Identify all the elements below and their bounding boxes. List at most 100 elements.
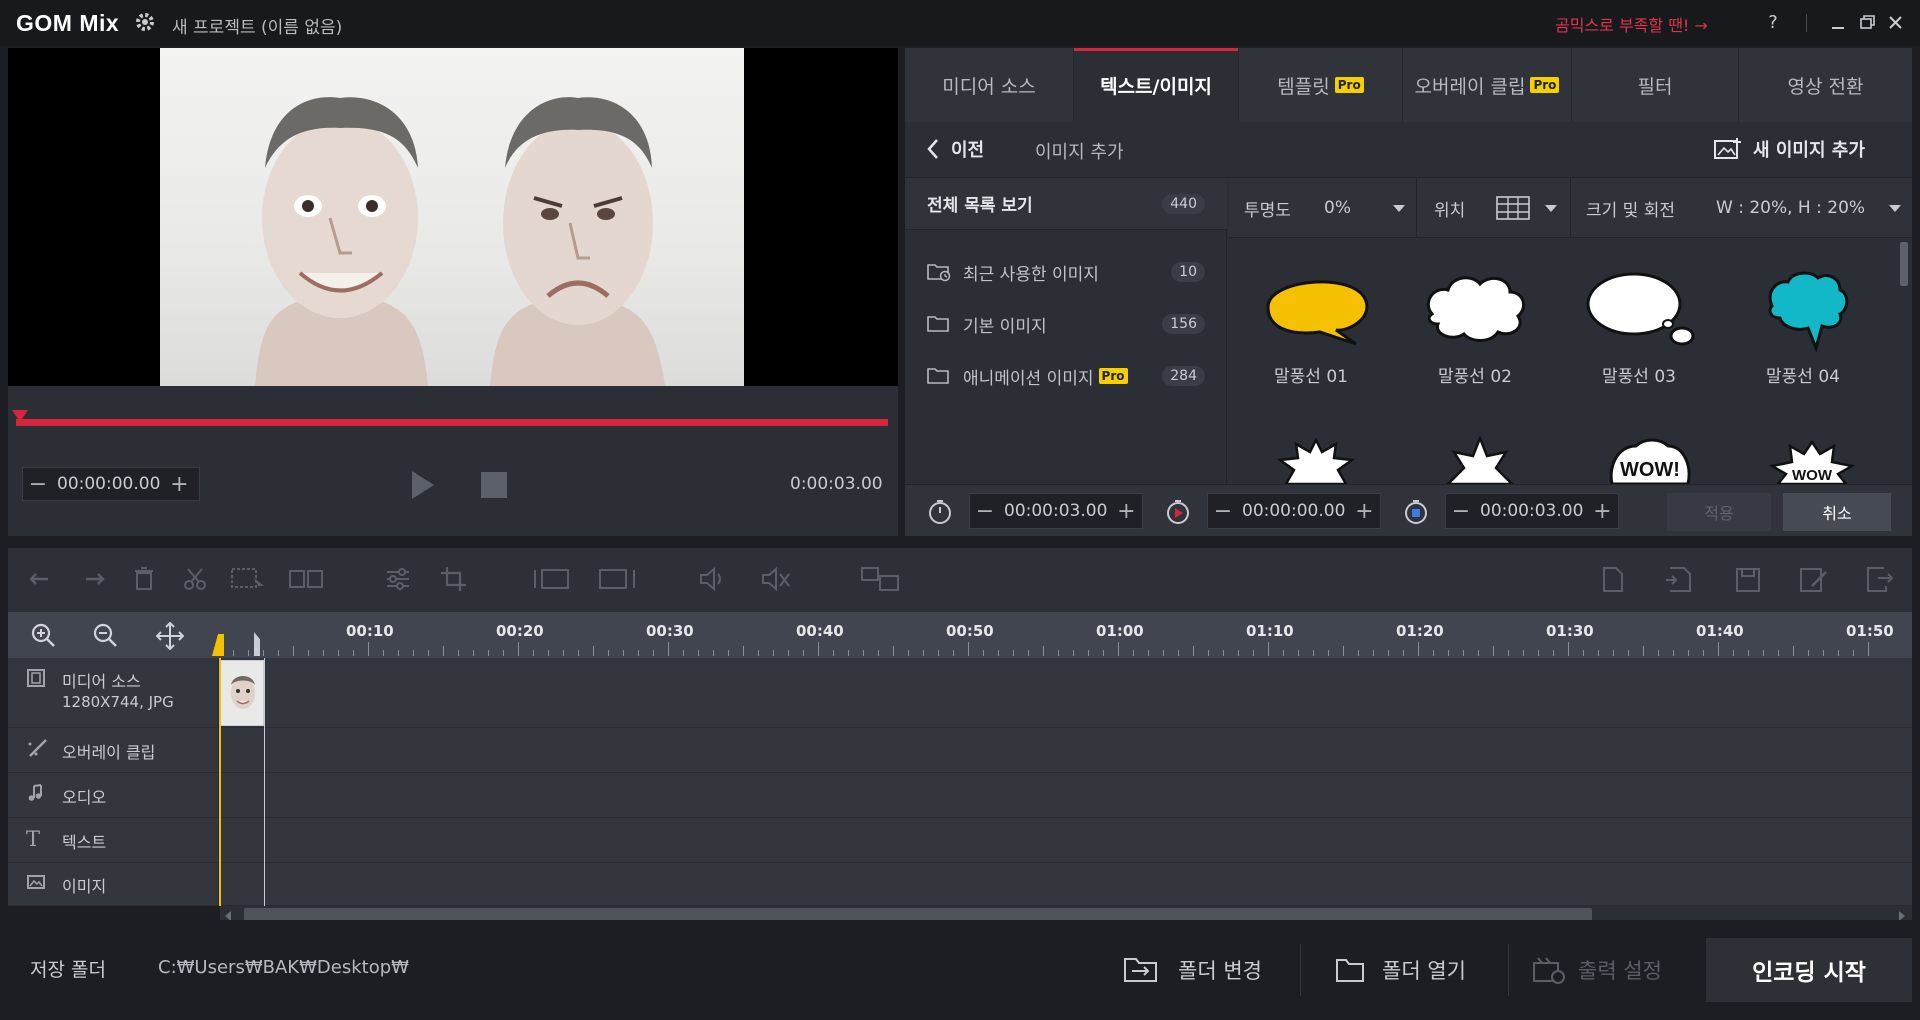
apply-button[interactable]: 적용 [1667, 493, 1771, 531]
image-item-01[interactable]: 말풍선 01 [1228, 262, 1394, 402]
category-animation[interactable]: 애니메이션 이미지 Pro 284 [905, 350, 1227, 402]
start-encoding-button[interactable]: 인코딩 시작 [1706, 938, 1912, 1002]
crop-icon[interactable] [440, 566, 468, 592]
image-item-05[interactable] [1276, 436, 1356, 484]
close-button[interactable] [1882, 8, 1910, 38]
export-project-icon[interactable] [1864, 566, 1894, 594]
preview-time-stepper[interactable]: − 00:00:00.00 + [22, 467, 200, 501]
tab-label: 오버레이 클립 [1414, 75, 1526, 98]
new-project-icon[interactable] [1600, 566, 1628, 594]
position-dropdown[interactable] [1496, 192, 1558, 224]
playhead-marker[interactable] [212, 634, 224, 656]
track-audio[interactable]: 오디오 [8, 773, 1912, 818]
mute-icon[interactable] [760, 566, 792, 592]
minimize-button[interactable] [1824, 8, 1852, 38]
end-value[interactable]: 00:00:03.00 [1476, 501, 1587, 521]
track-media-source[interactable]: 미디어 소스 1280X744, JPG [8, 658, 1912, 728]
settings-gear-icon[interactable] [134, 11, 156, 33]
zoom-out-icon[interactable] [92, 622, 118, 648]
ruler-tick [518, 642, 519, 656]
end-stepper[interactable]: − 00:00:03.00 + [1445, 493, 1619, 529]
ruler-tick [1043, 646, 1044, 656]
redo-icon[interactable] [80, 568, 106, 592]
open-project-icon[interactable] [1664, 566, 1694, 594]
image-item-03[interactable]: 말풍선 03 [1556, 262, 1722, 402]
ruler-tick [398, 650, 399, 656]
replace-clip-icon[interactable] [860, 566, 900, 592]
wow-burst-icon: WOW [1768, 439, 1856, 484]
split-icon[interactable] [288, 566, 324, 592]
image-right-icon[interactable] [598, 566, 638, 592]
time-minus-button[interactable]: − [23, 472, 53, 497]
duration-stepper[interactable]: − 00:00:03.00 + [969, 493, 1143, 529]
clip-end-line [264, 658, 265, 906]
fit-timeline-icon[interactable] [156, 622, 184, 650]
track-text[interactable]: T 텍스트 [8, 818, 1912, 863]
end-minus-button[interactable]: − [1446, 499, 1476, 524]
open-folder-button[interactable]: 폴더 열기 [1334, 938, 1466, 1002]
ruler-tick [1163, 650, 1164, 656]
start-value[interactable]: 00:00:00.00 [1238, 501, 1349, 521]
duration-minus-button[interactable]: − [970, 499, 1000, 524]
stop-icon[interactable] [481, 472, 507, 498]
image-item-04[interactable]: 말풍선 04 [1720, 262, 1886, 402]
current-time[interactable]: 00:00:00.00 [53, 474, 164, 494]
image-item-06[interactable] [1440, 436, 1520, 484]
save-folder-path: C:₩Users₩BAK₩Desktop₩ [158, 957, 409, 978]
ruler-tick [1463, 650, 1464, 656]
play-icon[interactable] [408, 469, 436, 501]
image-item-07[interactable]: WOW! [1604, 436, 1694, 484]
start-minus-button[interactable]: − [1208, 499, 1238, 524]
grid-scroll-thumb[interactable] [1900, 242, 1908, 286]
add-new-image-button[interactable]: 새 이미지 추가 [1713, 136, 1865, 162]
start-stepper[interactable]: − 00:00:00.00 + [1207, 493, 1381, 529]
select-icon[interactable] [230, 566, 266, 592]
change-folder-button[interactable]: 폴더 변경 [1122, 938, 1262, 1002]
opacity-dropdown[interactable]: 0% [1324, 190, 1406, 226]
category-all[interactable]: 전체 목록 보기 440 [905, 178, 1227, 230]
duration-value[interactable]: 00:00:03.00 [1000, 501, 1111, 521]
cut-icon[interactable] [182, 566, 208, 592]
tab-template[interactable]: 템플릿 Pro [1239, 48, 1403, 122]
help-button[interactable]: ? [1759, 8, 1787, 38]
pro-badge: Pro [1334, 77, 1364, 93]
track-overlay-clip[interactable]: 오버레이 클립 [8, 728, 1912, 773]
clip-thumbnail[interactable] [220, 660, 264, 726]
volume-icon[interactable] [698, 566, 730, 592]
image-item-02[interactable]: 말풍선 02 [1392, 262, 1558, 402]
ruler[interactable]: 00:10 00:20 00:30 00:40 00:50 01:00 01:10 01:20… [212, 612, 1912, 658]
tab-media-source[interactable]: 미디어 소스 [905, 48, 1074, 122]
save-icon[interactable] [1734, 566, 1762, 594]
time-plus-button[interactable]: + [164, 472, 194, 497]
cancel-button[interactable]: 취소 [1783, 493, 1891, 531]
end-plus-button[interactable]: + [1587, 499, 1617, 524]
adjust-icon[interactable] [384, 566, 412, 592]
back-button[interactable]: 이전 [925, 136, 984, 162]
ruler-tick [1313, 650, 1314, 656]
tab-overlay-clip[interactable]: 오버레이 클립 Pro [1403, 48, 1572, 122]
image-left-icon[interactable] [532, 566, 572, 592]
seek-bar[interactable] [16, 419, 888, 426]
undo-icon[interactable] [28, 568, 54, 592]
delete-icon[interactable] [132, 566, 156, 592]
category-basic[interactable]: 기본 이미지 156 [905, 298, 1227, 350]
tab-filter[interactable]: 필터 [1572, 48, 1739, 122]
restore-button[interactable] [1853, 8, 1881, 38]
duration-plus-button[interactable]: + [1111, 499, 1141, 524]
tab-text-image[interactable]: 텍스트/이미지 [1074, 48, 1239, 122]
track-image[interactable]: 이미지 [8, 863, 1912, 906]
image-item-08[interactable]: WOW [1768, 436, 1858, 484]
clip-end-marker[interactable] [254, 632, 260, 656]
zoom-in-icon[interactable] [30, 622, 56, 648]
seek-knob[interactable] [12, 410, 28, 422]
promo-link[interactable]: 곰믹스로 부족할 땐! → [1555, 12, 1708, 36]
category-recent[interactable]: 최근 사용한 이미지 10 [905, 246, 1227, 298]
tab-transition[interactable]: 영상 전환 [1739, 48, 1912, 122]
save-as-icon[interactable] [1798, 566, 1828, 594]
output-settings-button[interactable]: 출력 설정 [1530, 938, 1662, 1002]
start-plus-button[interactable]: + [1349, 499, 1379, 524]
edit-toolbar [8, 548, 1912, 612]
size-dropdown[interactable]: W : 20%, H : 20% [1716, 190, 1902, 226]
film-icon [26, 668, 48, 690]
grid-scrollbar[interactable] [1900, 240, 1908, 484]
